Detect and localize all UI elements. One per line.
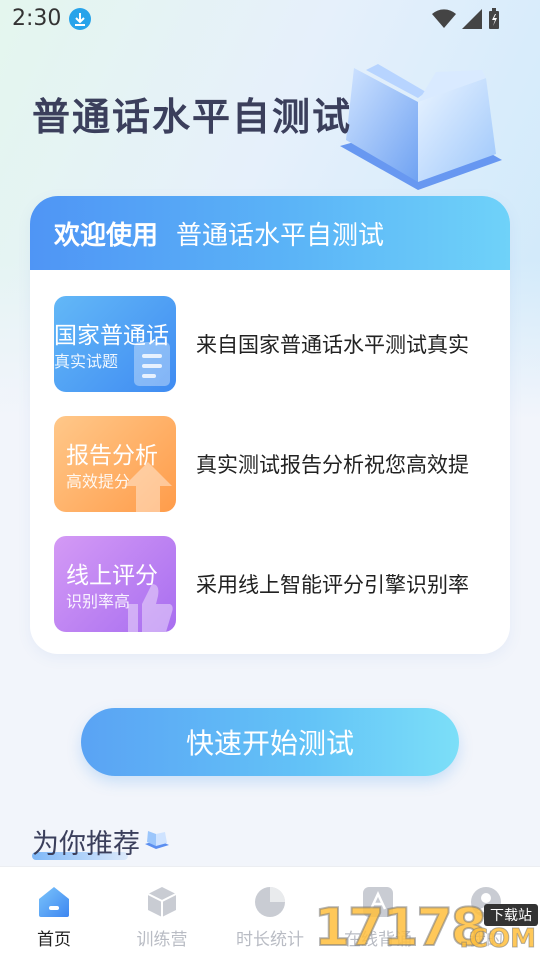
- welcome-card-header: 欢迎使用 普通话水平自测试: [30, 196, 510, 270]
- book-icon: [145, 831, 169, 849]
- document-icon: [134, 342, 170, 386]
- recommend-section-title: 为你推荐: [32, 829, 140, 860]
- battery-icon: [489, 8, 499, 29]
- status-bar: 2:30: [0, 0, 540, 38]
- book-illustration: [340, 64, 502, 190]
- feature-row-real-questions[interactable]: 国家普通话 真实试题 来自国家普通话水平测试真实: [54, 296, 510, 392]
- nav-item-home[interactable]: 首页: [0, 867, 108, 960]
- nav-label: 时长统计: [236, 930, 304, 950]
- feature-description: 真实测试报告分析祝您高效提: [196, 453, 469, 477]
- welcome-app-name: 普通话水平自测试: [176, 220, 385, 251]
- nav-item-training-camp[interactable]: 训练营: [108, 867, 216, 960]
- nav-label: 首页: [37, 930, 71, 950]
- watermark-tag: 下载站: [484, 904, 538, 926]
- page-title: 普通话水平自测试: [32, 95, 353, 139]
- feature-tile-real-questions: 国家普通话 真实试题: [54, 296, 176, 392]
- download-icon: [69, 8, 91, 30]
- wifi-icon: [432, 9, 456, 28]
- feature-row-online-scoring[interactable]: 线上评分 识别率高 采用线上智能评分引擎识别率: [54, 536, 510, 632]
- quick-start-test-button[interactable]: 快速开始测试: [81, 708, 459, 776]
- feature-tile-report-analysis: 报告分析 高效提分: [54, 416, 176, 512]
- feature-tile-online-scoring: 线上评分 识别率高: [54, 536, 176, 632]
- status-time: 2:30: [12, 6, 62, 31]
- signal-icon: [462, 9, 482, 29]
- watermark-suffix: .COM: [459, 924, 537, 955]
- status-icons: [432, 8, 500, 30]
- nav-label: 训练营: [136, 930, 188, 950]
- site-watermark: 17178 .COM 下载站: [313, 894, 540, 960]
- arrow-up-icon: [124, 462, 172, 512]
- home-icon: [39, 887, 69, 917]
- pie-chart-icon: [255, 887, 285, 917]
- feature-row-report-analysis[interactable]: 报告分析 高效提分 真实测试报告分析祝您高效提: [54, 416, 510, 512]
- feature-description: 来自国家普通话水平测试真实: [196, 333, 469, 357]
- cube-icon: [147, 887, 177, 917]
- welcome-label: 欢迎使用: [54, 220, 159, 251]
- tile-subtitle: 真实试题: [54, 352, 119, 371]
- thumbs-up-icon: [128, 584, 173, 632]
- feature-description: 采用线上智能评分引擎识别率: [196, 573, 469, 597]
- nav-item-duration-stats[interactable]: 时长统计: [216, 867, 324, 960]
- welcome-card: 欢迎使用 普通话水平自测试 国家普通话 真实试题 来自国家普通话水平测试真实 报…: [30, 196, 510, 654]
